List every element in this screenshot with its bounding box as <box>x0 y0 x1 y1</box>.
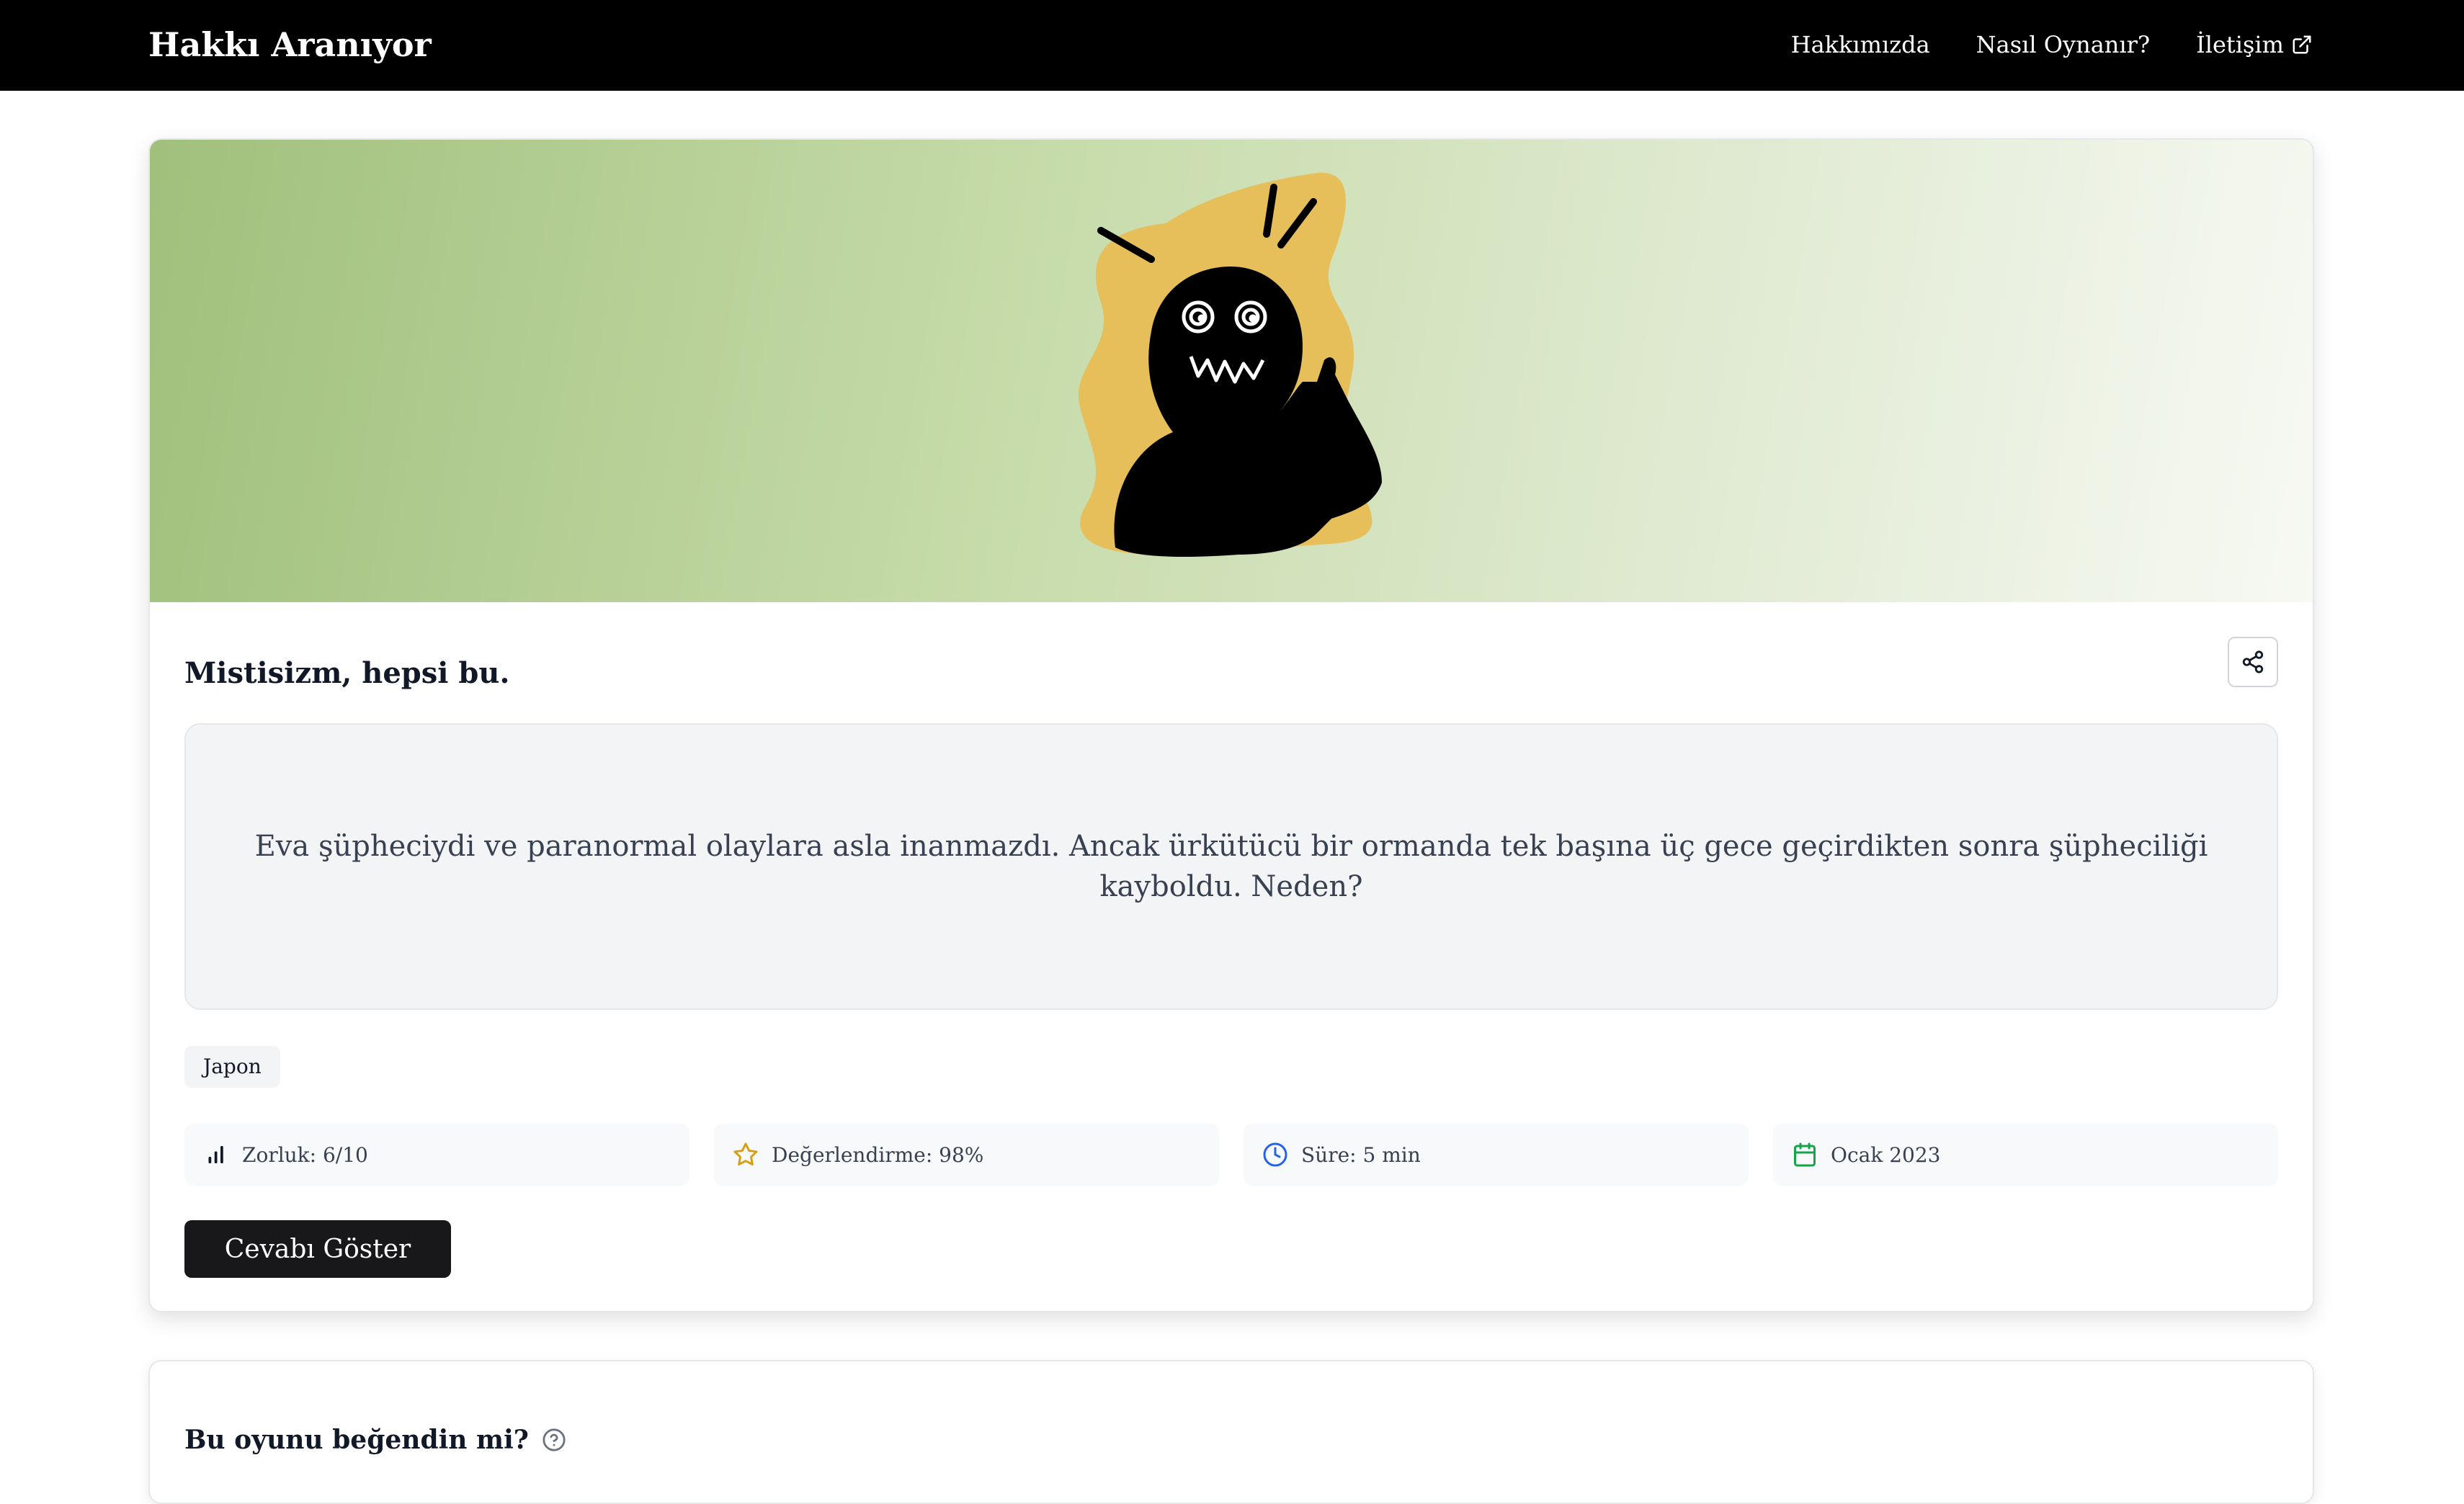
stat-rating: Değerlendirme: 98% <box>714 1124 1219 1186</box>
nav-link-about-label: Hakkımızda <box>1790 31 1930 58</box>
question-text: Eva şüpheciydi ve paranormal olaylara as… <box>254 830 2208 903</box>
clock-icon <box>1263 1142 1287 1167</box>
question-box: Eva şüpheciydi ve paranormal olaylara as… <box>184 723 2278 1010</box>
signal-bars-icon <box>208 1146 223 1163</box>
stat-date-text: Ocak 2023 <box>1831 1142 1941 1167</box>
share-button[interactable] <box>2228 637 2278 687</box>
stat-rating-text: Değerlendirme: 98% <box>772 1142 984 1167</box>
top-navbar: Hakkı Aranıyor Hakkımızda Nasıl Oynanır?… <box>0 0 2464 91</box>
nav-link-contact-label: İletişim <box>2196 31 2284 58</box>
star-icon <box>733 1142 758 1165</box>
brand-logo[interactable]: Hakkı Aranıyor <box>148 22 432 68</box>
stat-difficulty-text: Zorluk: 6/10 <box>242 1142 368 1167</box>
nav-link-how-to-play-label: Nasıl Oynanır? <box>1976 31 2151 58</box>
stat-difficulty: Zorluk: 6/10 <box>184 1124 689 1186</box>
share-icon <box>2242 650 2264 673</box>
show-answer-button[interactable]: Cevabı Göster <box>184 1220 451 1278</box>
stat-duration-text: Süre: 5 min <box>1301 1142 1421 1167</box>
feedback-title-text: Bu oyunu beğendin mi? <box>184 1424 529 1455</box>
puzzle-title: Mistisizm, hepsi bu. <box>184 655 510 690</box>
nav-links: Hakkımızda Nasıl Oynanır? İletişim <box>1791 26 2313 63</box>
external-link-icon <box>2293 35 2311 54</box>
stat-duration: Süre: 5 min <box>1244 1124 1749 1186</box>
stat-date: Ocak 2023 <box>1773 1124 2278 1186</box>
dizzy-silhouette-illustration <box>1078 172 1382 557</box>
hero-banner <box>150 140 2313 602</box>
nav-link-how-to-play[interactable]: Nasıl Oynanır? <box>1976 26 2150 63</box>
category-tag[interactable]: Japon <box>184 1046 280 1088</box>
nav-link-contact[interactable]: İletişim <box>2196 26 2313 63</box>
feedback-card: Bu oyunu beğendin mi? <box>148 1360 2314 1504</box>
calendar-icon <box>1794 1142 1816 1167</box>
stats-row: Zorluk: 6/10 Değerlendirme: 98% Süre: 5 … <box>184 1124 2278 1186</box>
nav-link-about[interactable]: Hakkımızda <box>1791 26 1930 63</box>
puzzle-card: Mistisizm, hepsi bu. Eva şüpheciydi ve p… <box>148 138 2314 1312</box>
feedback-title: Bu oyunu beğendin mi? <box>184 1422 566 1458</box>
help-circle-icon[interactable] <box>542 1428 566 1452</box>
